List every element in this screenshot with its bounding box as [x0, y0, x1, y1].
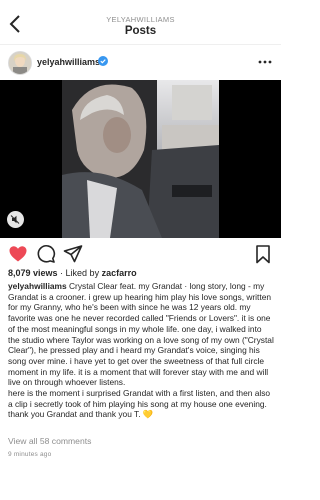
- caption-username[interactable]: yelyahwilliams: [8, 281, 67, 291]
- top-nav: YELYAHWILLIAMS Posts: [0, 0, 281, 45]
- verified-badge-icon: [98, 56, 108, 66]
- post-video[interactable]: [0, 80, 281, 238]
- video-frame: [62, 80, 219, 238]
- more-options-icon[interactable]: [257, 55, 273, 69]
- avatar-image: [9, 52, 31, 74]
- speaker-muted-icon: [10, 215, 20, 224]
- post-username[interactable]: yelyahwilliams: [37, 57, 100, 67]
- comment-icon[interactable]: [36, 244, 56, 264]
- caption: yelyahwilliams Crystal Clear feat. my Gr…: [8, 281, 274, 420]
- page-title: Posts: [124, 25, 157, 37]
- mute-button[interactable]: [7, 211, 24, 228]
- caption-paragraph: yelyahwilliams Crystal Clear feat. my Gr…: [8, 281, 274, 388]
- avatar[interactable]: [8, 51, 32, 75]
- heart-filled-icon[interactable]: [8, 244, 28, 264]
- post-timestamp: 9 minutes ago: [8, 451, 52, 458]
- nav-account-name: YELYAHWILLIAMS: [106, 15, 175, 24]
- caption-paragraph-2: here is the moment i surprised Grandat w…: [8, 388, 271, 409]
- bookmark-icon[interactable]: [253, 244, 273, 264]
- paper-plane-icon[interactable]: [63, 244, 83, 264]
- views-count[interactable]: 8,079 views: [8, 268, 58, 278]
- post-header: yelyahwilliams: [0, 48, 281, 78]
- liked-by-text: · Liked by: [57, 268, 102, 278]
- liked-by-user[interactable]: zacfarro: [102, 268, 137, 278]
- post-actions: [0, 242, 281, 266]
- view-all-comments-link[interactable]: View all 58 comments: [8, 436, 91, 446]
- caption-paragraph-3: thank you Grandat and thank you T. 💛: [8, 409, 154, 420]
- caption-text: Crystal Clear feat. my Grandat · long st…: [8, 281, 274, 388]
- views-row: 8,079 views · Liked by zacfarro: [8, 268, 137, 278]
